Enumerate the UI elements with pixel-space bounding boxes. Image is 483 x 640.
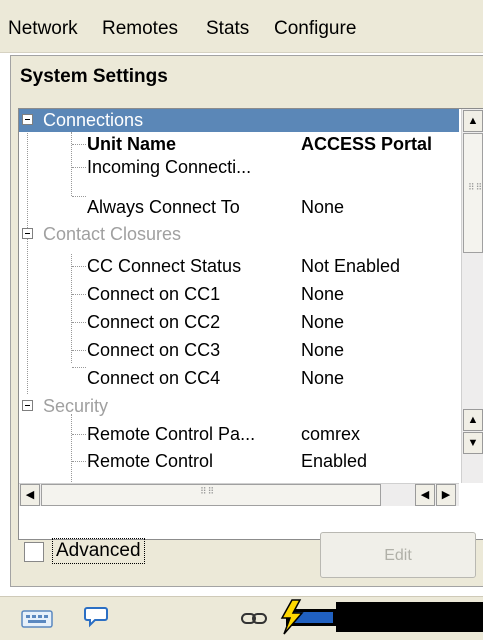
collapse-icon[interactable] [22, 228, 33, 239]
menu-bar: Network Remotes Stats Configure [0, 0, 483, 53]
scroll-down-icon[interactable]: ▼ [463, 432, 483, 454]
collapse-icon[interactable] [22, 400, 33, 411]
menu-stats[interactable]: Stats [206, 18, 249, 40]
grip-icon: ⠿⠿ [200, 486, 216, 496]
tree-item-incoming-connections[interactable]: Incoming Connecti... [19, 156, 459, 179]
link-icon [241, 613, 267, 624]
tree-item-remote-control[interactable]: Remote Control Enabled [19, 450, 459, 473]
tree-item-connect-cc4[interactable]: Connect on CC4 None [19, 367, 459, 390]
advanced-checkbox[interactable] [24, 542, 44, 562]
edit-button[interactable]: Edit [320, 532, 476, 578]
scroll-left-icon[interactable]: ◀ [415, 484, 435, 506]
horizontal-scrollbar[interactable]: ◀ ⠿⠿ ◀ ▶ [19, 483, 459, 506]
scroll-right-icon[interactable]: ▶ [436, 484, 456, 506]
tree-item-connect-cc3[interactable]: Connect on CC3 None [19, 339, 459, 362]
scroll-up-icon[interactable]: ▲ [463, 409, 483, 431]
battery-charging-icon [280, 599, 336, 635]
keyboard-icon[interactable] [20, 605, 56, 631]
scroll-up-icon[interactable]: ▲ [463, 110, 483, 132]
chat-bubble-icon[interactable] [84, 604, 110, 630]
tree-item-remote-control-password[interactable]: Remote Control Pa... comrex [19, 423, 459, 446]
scroll-left-icon[interactable]: ◀ [20, 484, 40, 506]
vertical-scrollbar[interactable]: ▲ ⠿⠿ ▲ ▼ [461, 109, 483, 483]
scrollbar-thumb[interactable]: ⠿⠿ [463, 133, 483, 253]
tree-item-always-connect-to[interactable]: Always Connect To None [19, 196, 459, 219]
tree-category-security[interactable]: Security [19, 395, 459, 418]
menu-configure[interactable]: Configure [274, 18, 356, 40]
menu-network[interactable]: Network [8, 18, 78, 40]
tree-item-cc-connect-status[interactable]: CC Connect Status Not Enabled [19, 255, 459, 278]
tree-item-connect-cc1[interactable]: Connect on CC1 None [19, 283, 459, 306]
status-display [336, 602, 483, 632]
tree-category-connections[interactable]: Connections [19, 109, 459, 132]
hscrollbar-thumb[interactable]: ⠿⠿ [41, 484, 381, 506]
tree-category-contact-closures[interactable]: Contact Closures [19, 223, 459, 246]
collapse-icon[interactable] [22, 114, 33, 125]
system-settings-panel: System Settings Connections Unit Name AC… [10, 55, 483, 587]
tree-item-unit-name[interactable]: Unit Name ACCESS Portal [19, 133, 459, 156]
grip-icon: ⠿⠿ [468, 182, 483, 192]
menu-remotes[interactable]: Remotes [102, 18, 178, 40]
tree-item-connect-cc2[interactable]: Connect on CC2 None [19, 311, 459, 334]
panel-title: System Settings [20, 66, 168, 87]
settings-tree: Connections Unit Name ACCESS Portal Inco… [18, 108, 483, 540]
advanced-label[interactable]: Advanced [52, 538, 145, 564]
